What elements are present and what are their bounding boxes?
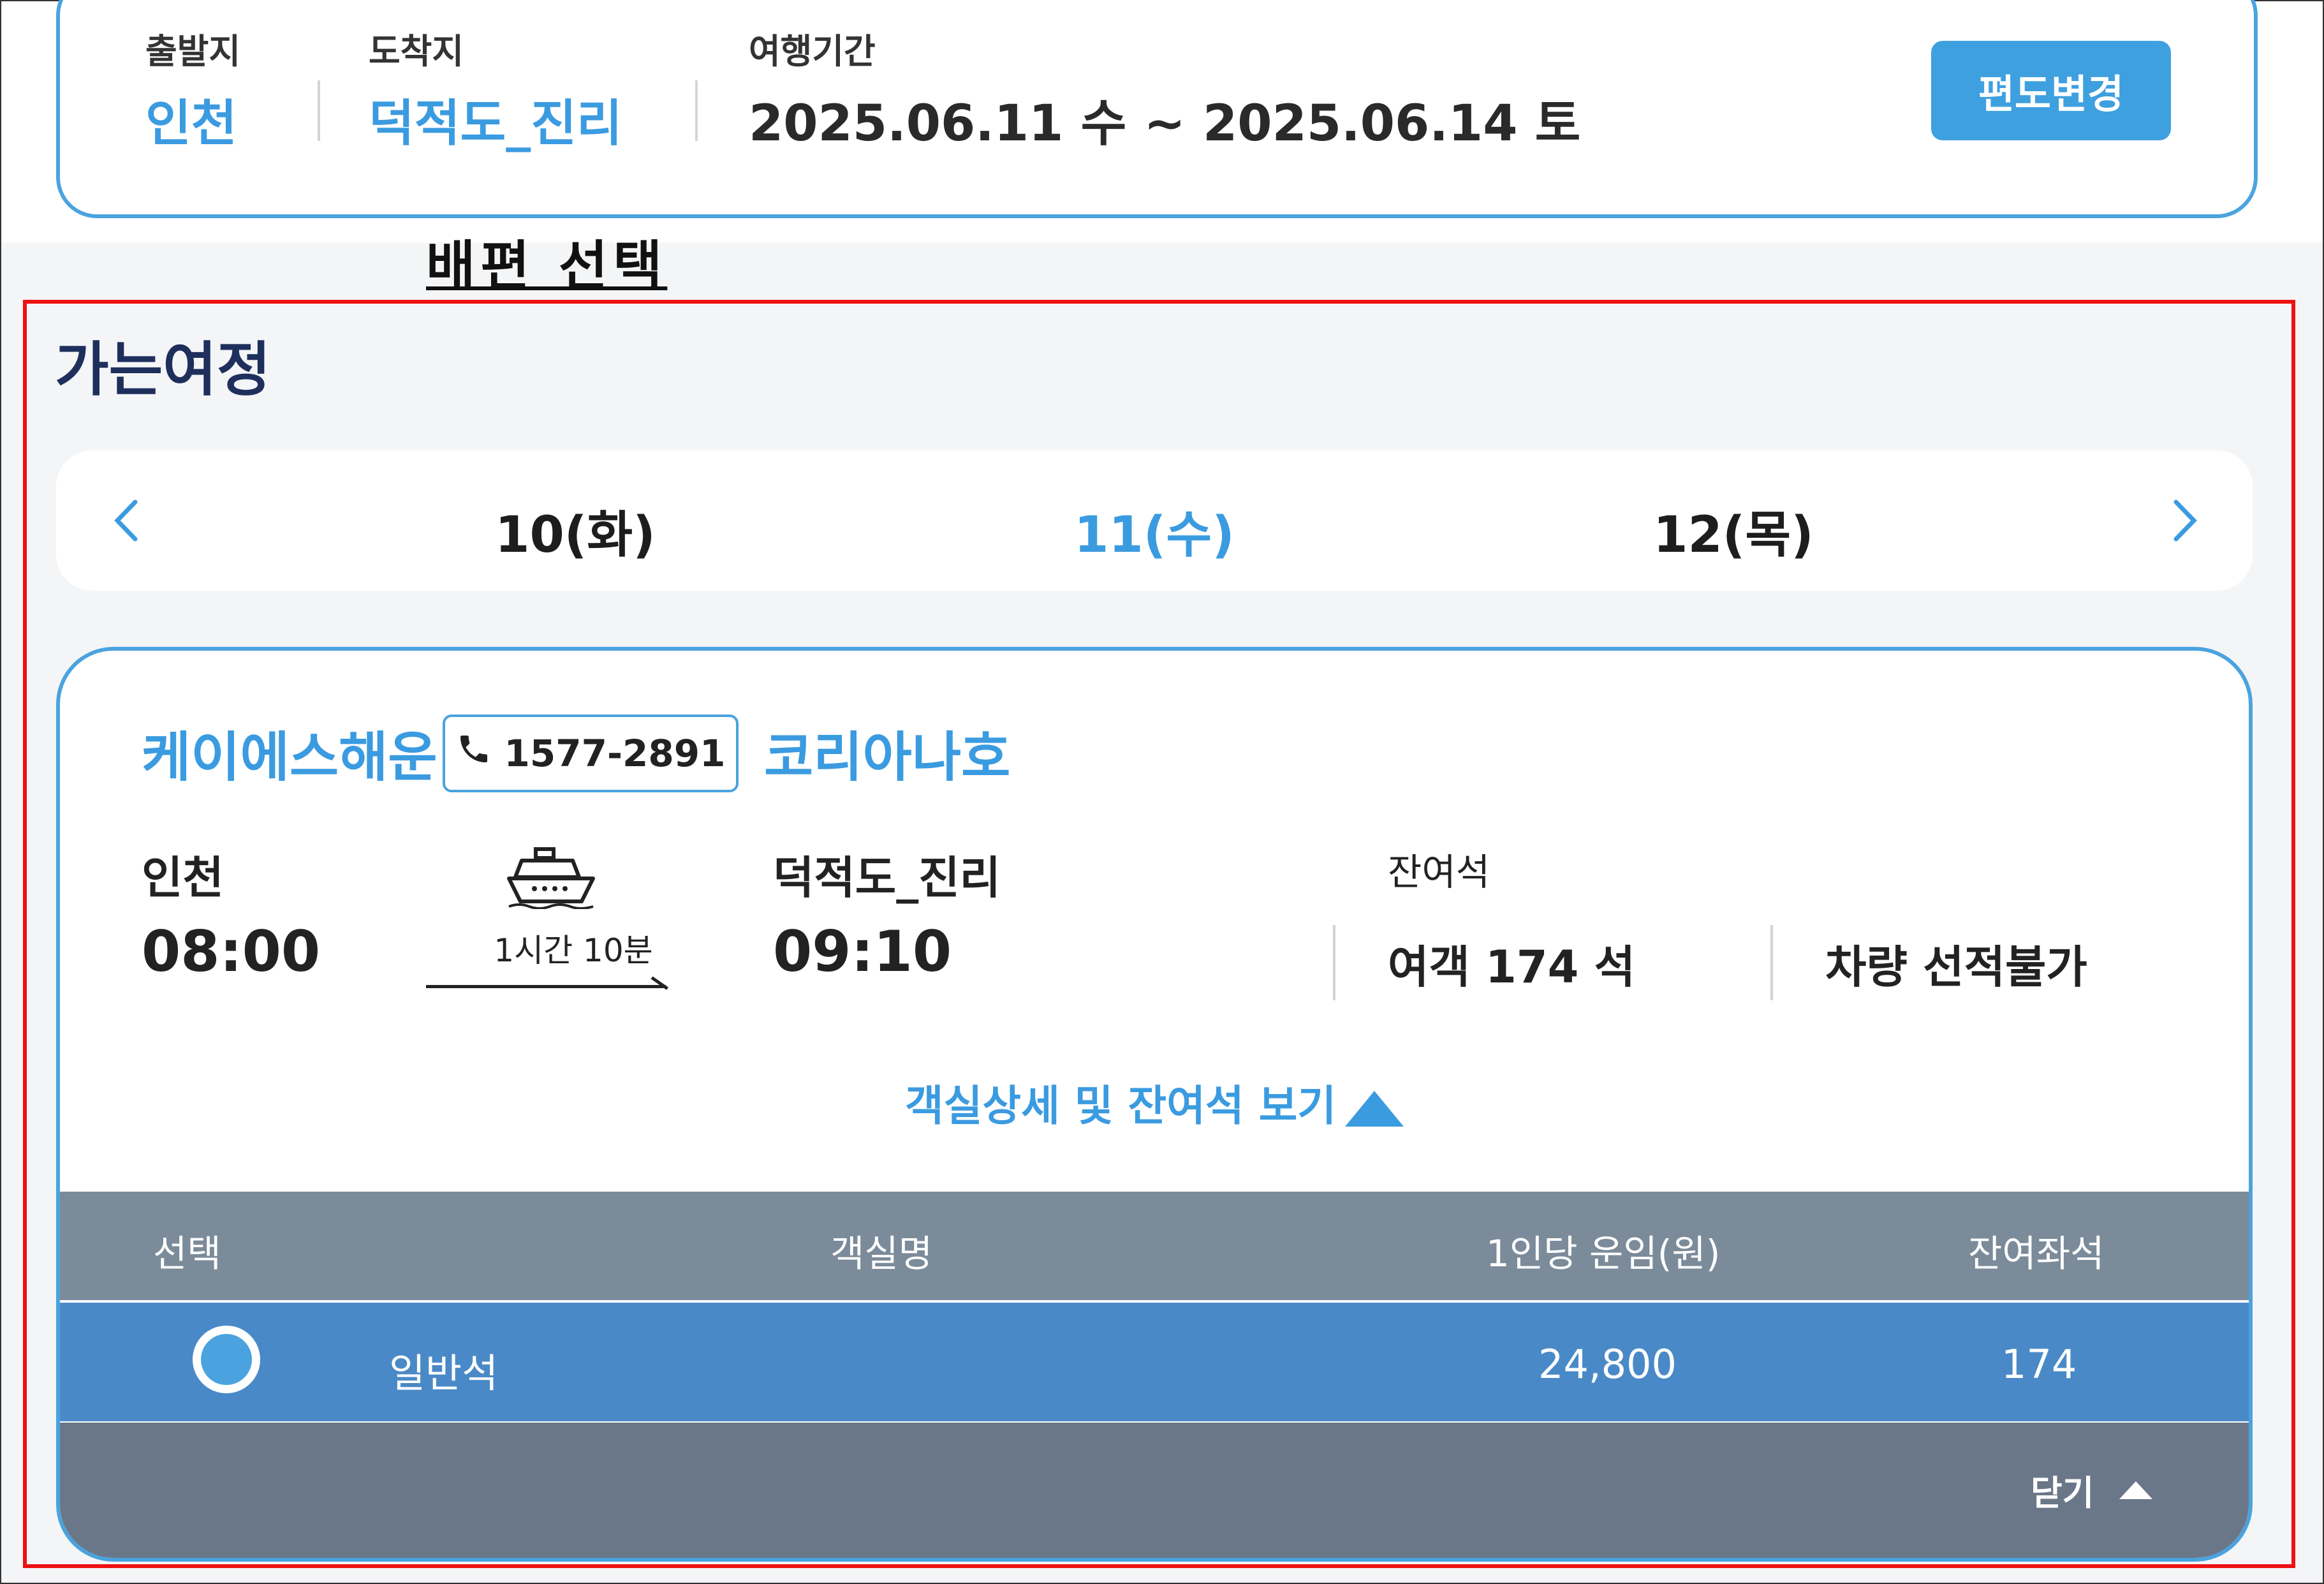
destination-value: 덕적도_진리 bbox=[369, 95, 622, 152]
card-footer: 닫기 bbox=[60, 1423, 2249, 1558]
phone-icon bbox=[456, 731, 492, 776]
cabin-detail-toggle[interactable]: 객실상세 및 잔여석 보기 bbox=[60, 1072, 2249, 1133]
date-selector: 10(화) 11(수) 12(목) bbox=[56, 450, 2253, 591]
date-tab-active[interactable]: 11(수) bbox=[1027, 495, 1282, 566]
cabin-fare: 24,800 bbox=[1538, 1341, 1677, 1388]
header-select: 선택 bbox=[153, 1232, 221, 1275]
chevron-left-icon[interactable] bbox=[92, 485, 162, 556]
departure-port: 인천 bbox=[142, 852, 224, 904]
divider bbox=[1770, 925, 1773, 1000]
ferry-card: 케이에스해운 1577-2891 코리아나호 인천 08:00 1시간 10분 … bbox=[56, 647, 2253, 1562]
destination-label: 도착지 bbox=[369, 31, 464, 71]
ship-icon bbox=[506, 845, 596, 910]
triangle-up-icon bbox=[2119, 1481, 2153, 1499]
divider bbox=[318, 80, 320, 141]
route-arrow-line bbox=[426, 985, 666, 988]
phone-button[interactable]: 1577-2891 bbox=[443, 714, 739, 792]
period-value: 2025.06.11 수 ~ 2025.06.14 토 bbox=[749, 95, 1581, 152]
journey-title: 가는여정 bbox=[55, 336, 271, 404]
phone-number: 1577-2891 bbox=[504, 732, 726, 775]
cabin-table-header: 선택 객실명 1인당 운임(원) 잔여좌석 bbox=[60, 1192, 2249, 1300]
close-label: 닫기 bbox=[2031, 1473, 2094, 1513]
cabin-name: 일반석 bbox=[389, 1350, 499, 1396]
header-cabin-name: 객실명 bbox=[830, 1232, 933, 1275]
radio-dot bbox=[201, 1334, 252, 1385]
travel-duration: 1시간 10분 bbox=[494, 932, 653, 969]
remaining-seats-label: 잔여석 bbox=[1388, 850, 1490, 894]
vehicle-seats: 차량 선적불가 bbox=[1825, 941, 2087, 993]
header-remaining: 잔여좌석 bbox=[1968, 1232, 2105, 1275]
divider bbox=[1333, 925, 1335, 1000]
period-label: 여행기간 bbox=[749, 31, 876, 71]
cabin-detail-label: 객실상세 및 잔여석 보기 bbox=[904, 1081, 1337, 1130]
passenger-seats: 여객 174 석 bbox=[1388, 941, 1636, 993]
close-button[interactable]: 닫기 bbox=[2031, 1465, 2153, 1515]
triangle-up-icon bbox=[1345, 1090, 1404, 1127]
origin-label: 출발지 bbox=[145, 31, 241, 71]
radio-button-selected[interactable] bbox=[193, 1326, 260, 1393]
date-tab[interactable]: 12(목) bbox=[1606, 495, 1861, 566]
section-title: 배편 선택 bbox=[426, 235, 668, 297]
cabin-remaining: 174 bbox=[2001, 1341, 2077, 1388]
table-row[interactable]: 일반석 24,800 174 bbox=[60, 1303, 2249, 1421]
date-tab[interactable]: 10(화) bbox=[448, 495, 703, 566]
ferry-company: 케이에스해운 bbox=[142, 726, 438, 788]
departure-time: 08:00 bbox=[142, 919, 321, 984]
origin-value: 인천 bbox=[145, 95, 237, 152]
ship-name: 코리아나호 bbox=[764, 726, 1011, 788]
divider bbox=[695, 80, 698, 141]
change-trip-button[interactable]: 편도변경 bbox=[1931, 41, 2171, 140]
header-fare: 1인당 운임(원) bbox=[1486, 1232, 1721, 1275]
search-summary-card: 출발지 인천 도착지 덕적도_진리 여행기간 2025.06.11 수 ~ 20… bbox=[56, 0, 2258, 218]
arrival-port: 덕적도_진리 bbox=[773, 852, 1001, 904]
arrival-time: 09:10 bbox=[773, 919, 952, 984]
chevron-right-icon[interactable] bbox=[2149, 485, 2219, 556]
